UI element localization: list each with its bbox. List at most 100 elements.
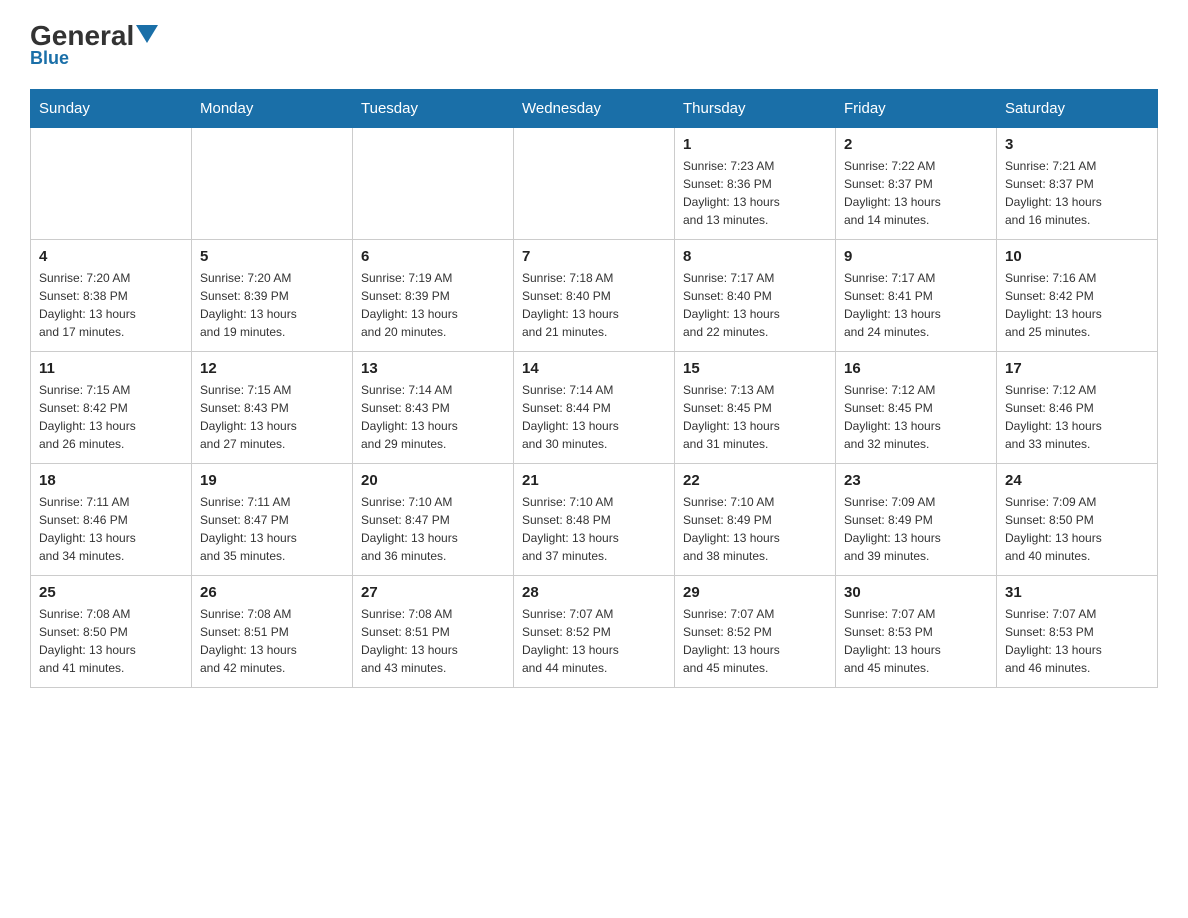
calendar-cell: 15Sunrise: 7:13 AM Sunset: 8:45 PM Dayli… <box>675 352 836 464</box>
weekday-header-saturday: Saturday <box>997 90 1158 128</box>
day-number: 15 <box>683 360 827 377</box>
day-number: 23 <box>844 472 988 489</box>
day-info: Sunrise: 7:20 AM Sunset: 8:39 PM Dayligh… <box>200 269 344 341</box>
calendar-cell: 29 Sunrise: 7:07 AM Sunset: 8:52 PM Dayli… <box>675 576 836 688</box>
calendar-cell: 31 Sunrise: 7:07 AM Sunset: 8:53 PM Dayli… <box>997 576 1158 688</box>
day-info: Sunrise: 7:19 AM Sunset: 8:39 PM Dayligh… <box>361 269 505 341</box>
logo: General Blue <box>30 20 158 69</box>
day-number: 11 <box>39 360 183 377</box>
day-info: Sunrise: 7:08 AM Sunset: 8:50 PM Dayligh… <box>39 605 183 677</box>
day-info: Sunrise: 7:18 AM Sunset: 8:40 PM Dayligh… <box>522 269 666 341</box>
day-number: 17 <box>1005 360 1149 377</box>
day-number: 6 <box>361 248 505 265</box>
day-info: Sunrise: 7:09 AM Sunset: 8:49 PM Dayligh… <box>844 493 988 565</box>
calendar-cell: 11Sunrise: 7:15 AM Sunset: 8:42 PM Dayli… <box>31 352 192 464</box>
calendar-cell: 24 Sunrise: 7:09 AM Sunset: 8:50 PM Dayli… <box>997 464 1158 576</box>
day-info: Sunrise: 7:23 AM Sunset: 8:36 PM Dayligh… <box>683 157 827 229</box>
calendar-cell: 5 Sunrise: 7:20 AM Sunset: 8:39 PM Daylig… <box>192 240 353 352</box>
day-info: Sunrise: 7:12 AM Sunset: 8:46 PM Dayligh… <box>1005 381 1149 453</box>
calendar-table: SundayMondayTuesdayWednesdayThursdayFrid… <box>30 89 1158 688</box>
week-row-4: 18 Sunrise: 7:11 AM Sunset: 8:46 PM Dayli… <box>31 464 1158 576</box>
week-row-3: 11Sunrise: 7:15 AM Sunset: 8:42 PM Dayli… <box>31 352 1158 464</box>
day-info: Sunrise: 7:07 AM Sunset: 8:53 PM Dayligh… <box>844 605 988 677</box>
calendar-cell <box>192 128 353 240</box>
calendar-cell: 25 Sunrise: 7:08 AM Sunset: 8:50 PM Dayli… <box>31 576 192 688</box>
calendar-cell: 8 Sunrise: 7:17 AM Sunset: 8:40 PM Daylig… <box>675 240 836 352</box>
calendar-cell: 1Sunrise: 7:23 AM Sunset: 8:36 PM Daylig… <box>675 128 836 240</box>
day-info: Sunrise: 7:10 AM Sunset: 8:47 PM Dayligh… <box>361 493 505 565</box>
day-info: Sunrise: 7:07 AM Sunset: 8:53 PM Dayligh… <box>1005 605 1149 677</box>
day-number: 31 <box>1005 584 1149 601</box>
calendar-cell: 12 Sunrise: 7:15 AM Sunset: 8:43 PM Dayli… <box>192 352 353 464</box>
day-info: Sunrise: 7:12 AM Sunset: 8:45 PM Dayligh… <box>844 381 988 453</box>
day-number: 26 <box>200 584 344 601</box>
calendar-cell <box>514 128 675 240</box>
day-number: 14 <box>522 360 666 377</box>
day-number: 12 <box>200 360 344 377</box>
day-number: 21 <box>522 472 666 489</box>
week-row-2: 4Sunrise: 7:20 AM Sunset: 8:38 PM Daylig… <box>31 240 1158 352</box>
day-info: Sunrise: 7:10 AM Sunset: 8:49 PM Dayligh… <box>683 493 827 565</box>
calendar-cell: 13 Sunrise: 7:14 AM Sunset: 8:43 PM Dayli… <box>353 352 514 464</box>
page-header: General Blue <box>30 20 1158 69</box>
day-info: Sunrise: 7:17 AM Sunset: 8:40 PM Dayligh… <box>683 269 827 341</box>
weekday-header-row: SundayMondayTuesdayWednesdayThursdayFrid… <box>31 90 1158 128</box>
calendar-cell: 6 Sunrise: 7:19 AM Sunset: 8:39 PM Daylig… <box>353 240 514 352</box>
day-number: 5 <box>200 248 344 265</box>
day-info: Sunrise: 7:07 AM Sunset: 8:52 PM Dayligh… <box>522 605 666 677</box>
day-info: Sunrise: 7:21 AM Sunset: 8:37 PM Dayligh… <box>1005 157 1149 229</box>
calendar-cell: 26 Sunrise: 7:08 AM Sunset: 8:51 PM Dayli… <box>192 576 353 688</box>
day-number: 8 <box>683 248 827 265</box>
calendar-cell: 19 Sunrise: 7:11 AM Sunset: 8:47 PM Dayli… <box>192 464 353 576</box>
weekday-header-friday: Friday <box>836 90 997 128</box>
calendar-cell: 10 Sunrise: 7:16 AM Sunset: 8:42 PM Dayli… <box>997 240 1158 352</box>
day-number: 29 <box>683 584 827 601</box>
week-row-1: 1Sunrise: 7:23 AM Sunset: 8:36 PM Daylig… <box>31 128 1158 240</box>
day-info: Sunrise: 7:09 AM Sunset: 8:50 PM Dayligh… <box>1005 493 1149 565</box>
calendar-cell: 30 Sunrise: 7:07 AM Sunset: 8:53 PM Dayli… <box>836 576 997 688</box>
day-info: Sunrise: 7:14 AM Sunset: 8:44 PM Dayligh… <box>522 381 666 453</box>
week-row-5: 25 Sunrise: 7:08 AM Sunset: 8:50 PM Dayli… <box>31 576 1158 688</box>
day-number: 7 <box>522 248 666 265</box>
weekday-header-tuesday: Tuesday <box>353 90 514 128</box>
calendar-cell: 28 Sunrise: 7:07 AM Sunset: 8:52 PM Dayli… <box>514 576 675 688</box>
day-number: 16 <box>844 360 988 377</box>
calendar-cell: 17 Sunrise: 7:12 AM Sunset: 8:46 PM Dayli… <box>997 352 1158 464</box>
calendar-cell <box>31 128 192 240</box>
day-info: Sunrise: 7:11 AM Sunset: 8:47 PM Dayligh… <box>200 493 344 565</box>
day-number: 19 <box>200 472 344 489</box>
day-number: 4 <box>39 248 183 265</box>
day-number: 30 <box>844 584 988 601</box>
logo-triangle-icon <box>136 25 158 43</box>
day-number: 18 <box>39 472 183 489</box>
day-info: Sunrise: 7:11 AM Sunset: 8:46 PM Dayligh… <box>39 493 183 565</box>
day-number: 10 <box>1005 248 1149 265</box>
calendar-cell: 9Sunrise: 7:17 AM Sunset: 8:41 PM Daylig… <box>836 240 997 352</box>
day-number: 24 <box>1005 472 1149 489</box>
day-number: 20 <box>361 472 505 489</box>
day-info: Sunrise: 7:10 AM Sunset: 8:48 PM Dayligh… <box>522 493 666 565</box>
day-number: 13 <box>361 360 505 377</box>
day-info: Sunrise: 7:07 AM Sunset: 8:52 PM Dayligh… <box>683 605 827 677</box>
weekday-header-thursday: Thursday <box>675 90 836 128</box>
weekday-header-monday: Monday <box>192 90 353 128</box>
day-number: 3 <box>1005 136 1149 153</box>
calendar-cell: 7 Sunrise: 7:18 AM Sunset: 8:40 PM Daylig… <box>514 240 675 352</box>
day-info: Sunrise: 7:22 AM Sunset: 8:37 PM Dayligh… <box>844 157 988 229</box>
weekday-header-sunday: Sunday <box>31 90 192 128</box>
day-info: Sunrise: 7:08 AM Sunset: 8:51 PM Dayligh… <box>361 605 505 677</box>
calendar-cell: 27Sunrise: 7:08 AM Sunset: 8:51 PM Dayli… <box>353 576 514 688</box>
day-info: Sunrise: 7:16 AM Sunset: 8:42 PM Dayligh… <box>1005 269 1149 341</box>
calendar-cell: 14 Sunrise: 7:14 AM Sunset: 8:44 PM Dayli… <box>514 352 675 464</box>
calendar-cell: 3 Sunrise: 7:21 AM Sunset: 8:37 PM Daylig… <box>997 128 1158 240</box>
calendar-cell: 22Sunrise: 7:10 AM Sunset: 8:49 PM Dayli… <box>675 464 836 576</box>
calendar-cell <box>353 128 514 240</box>
calendar-cell: 16 Sunrise: 7:12 AM Sunset: 8:45 PM Dayli… <box>836 352 997 464</box>
calendar-cell: 21 Sunrise: 7:10 AM Sunset: 8:48 PM Dayli… <box>514 464 675 576</box>
day-number: 25 <box>39 584 183 601</box>
day-number: 28 <box>522 584 666 601</box>
calendar-cell: 20 Sunrise: 7:10 AM Sunset: 8:47 PM Dayli… <box>353 464 514 576</box>
day-info: Sunrise: 7:14 AM Sunset: 8:43 PM Dayligh… <box>361 381 505 453</box>
day-info: Sunrise: 7:08 AM Sunset: 8:51 PM Dayligh… <box>200 605 344 677</box>
day-info: Sunrise: 7:15 AM Sunset: 8:43 PM Dayligh… <box>200 381 344 453</box>
